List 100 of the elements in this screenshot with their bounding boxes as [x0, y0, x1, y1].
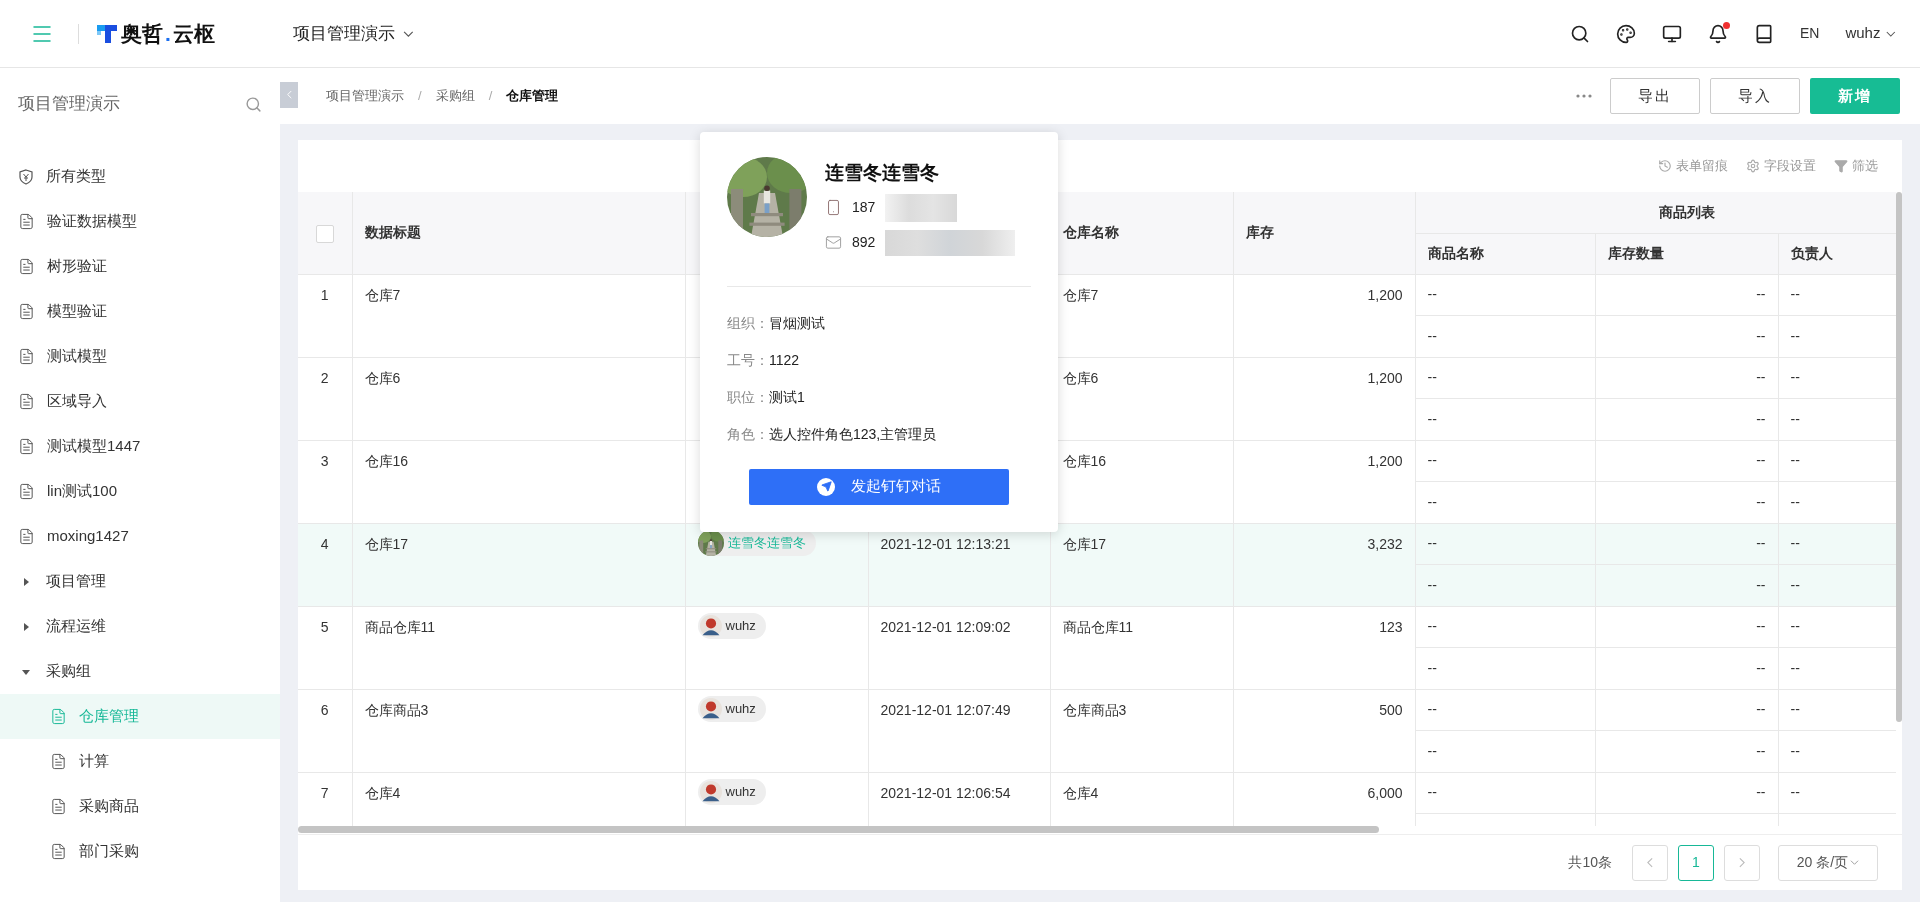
field-value: 1122 [769, 350, 800, 370]
column-header: 库存 [1233, 192, 1415, 274]
table-cell: -- [1595, 606, 1778, 648]
theme-button[interactable] [1615, 23, 1636, 44]
row-number: 2 [298, 357, 352, 440]
table-cell: 500 [1233, 689, 1415, 772]
document-icon [50, 798, 67, 815]
mail-icon [825, 234, 842, 251]
sidebar-item[interactable]: 计算 [0, 739, 280, 784]
table-cell: 仓库16 [352, 440, 685, 523]
document-icon [18, 393, 35, 410]
send-icon [817, 477, 835, 496]
search-button[interactable] [1569, 23, 1590, 44]
table-cell: -- [1415, 481, 1595, 523]
breadcrumb-separator: / [418, 87, 422, 106]
search-icon [1569, 23, 1590, 44]
table-cell: -- [1415, 606, 1595, 648]
search-icon[interactable] [245, 95, 262, 113]
caret-right-icon [21, 621, 31, 632]
action-button[interactable]: 导入 [1710, 78, 1800, 114]
user-name: 连雪冬连雪冬 [825, 161, 940, 185]
row-number: 1 [298, 274, 352, 357]
table-cell: -- [1595, 274, 1778, 316]
chevron-down-icon [1850, 860, 1860, 865]
field-label: 组织： [727, 313, 769, 333]
start-chat-button[interactable]: 发起钉钉对话 [749, 468, 1009, 505]
select-all-checkbox[interactable] [315, 224, 334, 243]
table-cell: -- [1595, 357, 1778, 399]
filter-icon [1834, 159, 1848, 173]
settings-icon [1746, 159, 1760, 173]
document-icon [18, 483, 35, 500]
table-cell: 商品仓库11 [352, 606, 685, 689]
row-number: 4 [298, 523, 352, 606]
table-cell: -- [1595, 398, 1778, 440]
column-header: 数据标题 [352, 192, 685, 274]
table-cell: 仓库6 [352, 357, 685, 440]
email-address: 892 [852, 233, 876, 252]
table-cell: 仓库7 [352, 274, 685, 357]
sidebar-item[interactable]: 测试模型1447 [0, 424, 280, 469]
breadcrumb-link[interactable]: 仓库管理 [506, 86, 559, 106]
sidebar-item[interactable]: 项目管理 [0, 559, 280, 604]
sidebar-item[interactable]: 流程运维 [0, 604, 280, 649]
document-icon [18, 213, 35, 230]
table-cell: -- [1595, 647, 1778, 689]
vertical-scrollbar[interactable] [1896, 192, 1902, 722]
column-header: 商品名称 [1415, 233, 1595, 274]
table-cell: -- [1415, 357, 1595, 399]
table-cell: 仓库17 [352, 523, 685, 606]
table-cell: 1,200 [1233, 357, 1415, 440]
sidebar-item[interactable]: 测试模型 [0, 334, 280, 379]
shield-icon [18, 168, 34, 185]
chevron-right-icon [1739, 856, 1745, 869]
field-label: 工号： [727, 350, 769, 370]
notification-button[interactable] [1707, 23, 1728, 44]
chevron-down-icon [1886, 30, 1896, 37]
breadcrumb-link[interactable]: 采购组 [435, 86, 475, 106]
row-number: 7 [298, 772, 352, 826]
table-cell: -- [1415, 523, 1595, 565]
table-cell: 2021-12-01 12:09:02 [868, 606, 1050, 689]
table-cell: 2021-12-01 12:07:49 [868, 689, 1050, 772]
more-button[interactable] [1576, 94, 1592, 98]
logo-icon [97, 22, 119, 45]
page-size-select[interactable]: 20 条/页 [1778, 844, 1878, 881]
language-button[interactable]: EN [1799, 23, 1820, 44]
project-selector[interactable]: 项目管理演示 [292, 20, 414, 47]
field-value: 测试1 [769, 387, 805, 407]
document-icon [50, 708, 67, 725]
user-tag[interactable]: wuhz [697, 695, 766, 722]
field-label: 职位： [727, 387, 769, 407]
sidebar-item[interactable]: 采购商品 [0, 784, 280, 829]
logo-text: 云枢 [172, 20, 215, 47]
sidebar-item[interactable]: 验证数据模型 [0, 199, 280, 244]
table-cell: -- [1778, 730, 1896, 772]
sidebar-item[interactable]: 区域导入 [0, 379, 280, 424]
screen-button[interactable] [1661, 23, 1682, 44]
document-icon [18, 348, 35, 365]
user-menu[interactable]: wuhz [1845, 22, 1896, 45]
table-cell: 仓库商品3 [352, 689, 685, 772]
table-cell: -- [1415, 730, 1595, 772]
sidebar-title: 项目管理演示 [18, 93, 120, 116]
avatar-icon [699, 780, 722, 803]
sidebar-item[interactable]: 部门采购 [0, 829, 280, 874]
sidebar-item[interactable]: moxing1427 [0, 514, 280, 559]
breadcrumb-link[interactable]: 项目管理演示 [326, 86, 404, 106]
document-icon [50, 843, 67, 860]
user-tag[interactable]: wuhz [697, 778, 766, 805]
sidebar-item[interactable]: 采购组 [0, 649, 280, 694]
field-label: 角色： [727, 424, 769, 444]
sidebar-item[interactable]: 模型验证 [0, 289, 280, 334]
sidebar-item[interactable]: 树形验证 [0, 244, 280, 289]
sidebar-item[interactable]: 所有类型 [0, 154, 280, 199]
table-cell: 商品仓库11 [1050, 606, 1233, 689]
horizontal-scrollbar[interactable] [298, 826, 1379, 833]
chevron-left-icon [1647, 856, 1653, 869]
user-tag[interactable]: wuhz [697, 612, 766, 639]
action-button[interactable]: 导出 [1610, 78, 1700, 114]
more-icon [1576, 94, 1592, 98]
sidebar-item[interactable]: lin测试100 [0, 469, 280, 514]
table-cell: -- [1415, 398, 1595, 440]
avatar-icon [699, 614, 722, 637]
